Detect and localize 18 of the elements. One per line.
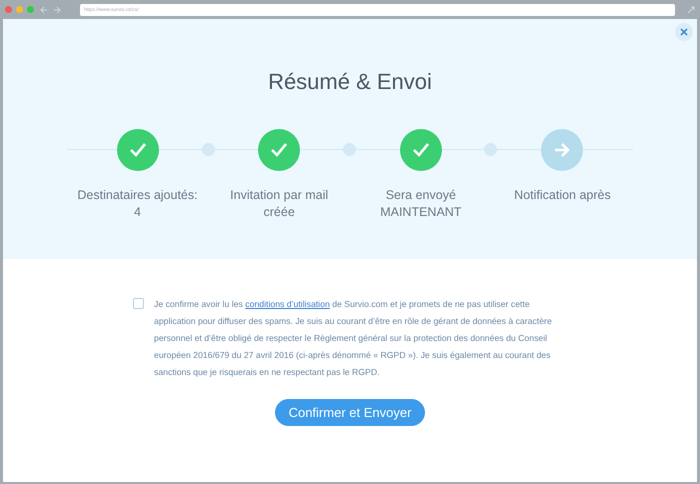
consent-text: Je confirme avoir lu les conditions d’utilisation de Survio.com et je promets de ne pas utiliser cette application pour diffuser des spams. Je suis au courant d’être en rôle de gérant de données à caractère personnel et d’être obligé de respecter le Règlement général sur la protection des données du Conseil européen 2016/679 du 27 avril 2016 (ci-après dénommé « RGPD »). Je suis également au courant des sanctions que je risquerais en ne respectant pas le RGPD. <box>154 298 553 379</box>
terms-link[interactable]: conditions d’utilisation <box>245 299 330 309</box>
step-label: Destinataires ajoutés: 4 <box>77 187 198 221</box>
step-label: Sera envoyé MAINTENANT <box>380 187 462 221</box>
confirm-send-button[interactable]: Confirmer et Envoyer <box>274 399 426 426</box>
close-dot[interactable] <box>5 6 12 13</box>
step-label: Invitation par mail créée <box>230 187 328 221</box>
expand-icon[interactable] <box>687 6 695 14</box>
check-step-icon <box>258 129 300 171</box>
step-label: Notification après <box>514 187 611 204</box>
maximize-dot[interactable] <box>27 6 34 13</box>
consent-checkbox[interactable] <box>133 298 144 309</box>
page-title: Résumé & Envoi <box>268 69 432 95</box>
check-step-icon <box>116 129 158 171</box>
arrow-step-icon <box>541 129 584 171</box>
minimize-dot[interactable] <box>16 6 23 13</box>
check-step-icon <box>400 129 442 171</box>
close-icon <box>680 28 688 36</box>
